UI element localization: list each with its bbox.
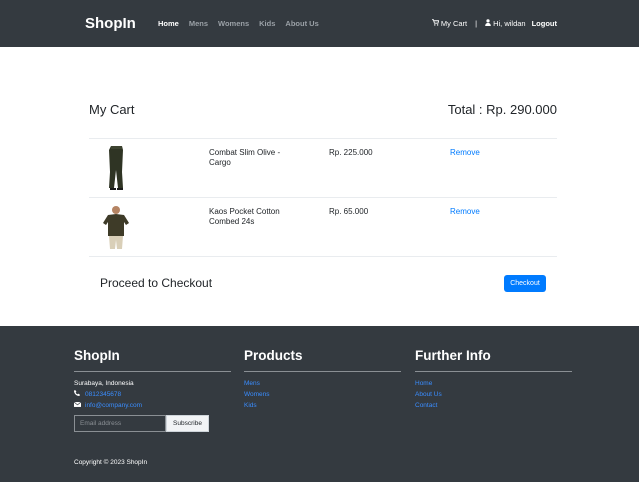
product-price: Rp. 225.000	[329, 148, 373, 157]
envelope-icon	[73, 400, 82, 411]
phone-icon	[74, 389, 81, 400]
cart-total: Total : Rp. 290.000	[447, 102, 557, 117]
footer-brand-column: ShopIn Surabaya, Indonesia 0812345678 in…	[73, 348, 231, 411]
page-title: My Cart	[89, 102, 135, 117]
product-image-tshirt	[99, 203, 133, 251]
remove-link[interactable]: Remove	[450, 148, 480, 157]
nav-link-home[interactable]: Home	[158, 19, 179, 28]
brand-logo[interactable]: ShopIn	[85, 15, 136, 32]
product-price: Rp. 65.000	[329, 207, 369, 216]
footer-divider	[74, 371, 231, 372]
footer-divider	[244, 371, 401, 372]
footer-link-womens[interactable]: Womens	[244, 389, 401, 400]
cart-row: Combat Slim Olive - Cargo Rp. 225.000 Re…	[89, 138, 557, 198]
nav-separator: |	[475, 19, 478, 28]
nav-link-mens[interactable]: Mens	[189, 19, 208, 28]
nav-links: Home Mens Womens Kids About Us	[158, 19, 319, 28]
nav-user-area: My Cart | Hi, wildan Logout	[431, 19, 557, 28]
nav-link-womens[interactable]: Womens	[218, 19, 249, 28]
footer-link-home[interactable]: Home	[415, 378, 572, 389]
footer-brand: ShopIn	[74, 348, 120, 363]
location-text: Surabaya, Indonesia	[74, 380, 134, 387]
proceed-heading: Proceed to Checkout	[100, 276, 213, 290]
footer-link-kids[interactable]: Kids	[244, 400, 401, 411]
nav-link-kids[interactable]: Kids	[259, 19, 275, 28]
my-cart-label: My Cart	[440, 19, 468, 28]
shopping-cart-icon	[431, 19, 440, 28]
greeting-label: Hi, wildan	[493, 19, 526, 28]
subscribe-form: Subscribe	[74, 415, 209, 432]
product-name: Combat Slim Olive - Cargo	[209, 148, 281, 167]
products-list: Mens Womens Kids	[244, 378, 401, 411]
footer-link-mens[interactable]: Mens	[244, 378, 401, 389]
info-list: Home About Us Contact	[415, 378, 572, 411]
nav-link-about[interactable]: About Us	[285, 19, 318, 28]
cart-divider	[89, 256, 557, 257]
my-cart-link[interactable]: My Cart	[431, 19, 468, 28]
email-row: info@company.com	[73, 400, 231, 411]
email-link[interactable]: info@company.com	[85, 400, 142, 411]
remove-link[interactable]: Remove	[450, 207, 480, 216]
footer-link-contact[interactable]: Contact	[415, 400, 572, 411]
footer: ShopIn Surabaya, Indonesia 0812345678 in…	[0, 326, 639, 482]
phone-row: 0812345678	[74, 389, 231, 400]
navbar: ShopIn Home Mens Womens Kids About Us My…	[0, 0, 639, 47]
logout-link[interactable]: Logout	[532, 19, 557, 28]
info-heading: Further Info	[415, 348, 491, 363]
phone-link[interactable]: 0812345678	[85, 389, 121, 400]
product-name: Kaos Pocket Cotton Combed 24s	[209, 207, 280, 226]
cart-row: Kaos Pocket Cotton Combed 24s Rp. 65.000…	[89, 197, 557, 257]
products-heading: Products	[244, 348, 303, 363]
product-image-cargo	[99, 144, 133, 192]
subscribe-button[interactable]: Subscribe	[166, 415, 209, 432]
copyright-text: Copyright © 2023 ShopIn	[74, 459, 148, 466]
footer-products-column: Products Mens Womens Kids	[244, 348, 401, 411]
footer-link-about[interactable]: About Us	[415, 389, 572, 400]
user-icon	[485, 19, 491, 28]
contact-list: Surabaya, Indonesia 0812345678 info@comp…	[73, 378, 231, 411]
user-greeting[interactable]: Hi, wildan	[485, 19, 526, 28]
checkout-button[interactable]: Checkout	[504, 275, 546, 292]
footer-divider	[415, 371, 572, 372]
footer-info-column: Further Info Home About Us Contact	[415, 348, 572, 411]
email-address-input[interactable]	[74, 415, 166, 432]
